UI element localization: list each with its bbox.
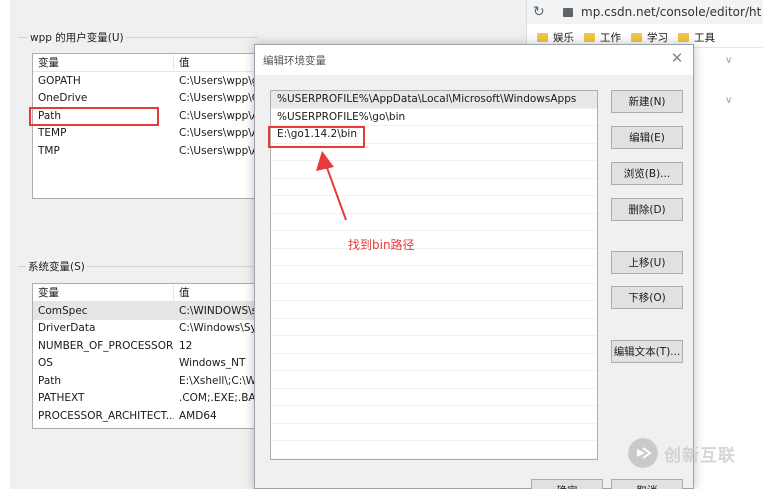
chevron-down-icon[interactable]: ∨ [725, 95, 732, 106]
folder-icon [584, 33, 595, 42]
bookmark-label: 工作 [600, 32, 621, 44]
bookmark-folder[interactable]: 娱乐 [537, 30, 574, 45]
bookmark-folder[interactable]: 工具 [678, 30, 715, 45]
system-var-row[interactable]: DriverData C:\Windows\Sys [33, 320, 267, 338]
path-list-empty-row[interactable] [271, 284, 597, 301]
bookmark-folder[interactable]: 工作 [584, 30, 621, 45]
user-vars-header-name[interactable]: 变量 [33, 55, 174, 70]
url-text[interactable]: mp.csdn.net/console/editor/ht [581, 5, 761, 19]
system-var-name: PATHEXT [38, 392, 85, 405]
user-var-name: GOPATH [38, 74, 81, 87]
system-var-name: OS [38, 357, 53, 370]
path-list-empty-row[interactable] [271, 336, 597, 354]
system-var-name: PROCESSOR_ARCHITECT... [38, 409, 174, 422]
path-list-empty-row[interactable] [271, 301, 597, 319]
highlight-box-path-var [29, 107, 159, 126]
reload-icon[interactable]: ↻ [533, 4, 551, 20]
path-list-empty-row[interactable] [271, 249, 597, 266]
path-list-empty-row[interactable] [271, 389, 597, 406]
move-up-button[interactable]: 上移(U) [611, 251, 683, 274]
user-var-row[interactable]: TEMP C:\Users\wpp\A [33, 125, 267, 143]
watermark-logo-icon [628, 438, 658, 468]
path-list-empty-row[interactable] [271, 406, 597, 424]
edit-button[interactable]: 编辑(E) [611, 126, 683, 149]
bookmark-folder[interactable]: 学习 [631, 30, 668, 45]
annotation-arrow-icon [316, 151, 347, 221]
folder-icon [537, 33, 548, 42]
edit-text-button[interactable]: 编辑文本(T)... [611, 340, 683, 363]
new-button[interactable]: 新建(N) [611, 90, 683, 113]
path-list-empty-row[interactable] [271, 266, 597, 284]
user-vars-list[interactable]: 变量 值 GOPATH C:\Users\wpp\g OneDrive C:\U… [32, 53, 268, 199]
system-vars-header-name[interactable]: 变量 [33, 285, 174, 300]
user-var-name: OneDrive [38, 92, 88, 105]
browse-button[interactable]: 浏览(B)... [611, 162, 683, 185]
path-list-empty-row[interactable] [271, 231, 597, 249]
system-var-row[interactable]: Path E:\Xshell\;C:\WI [33, 372, 267, 390]
path-list-empty-row[interactable] [271, 424, 597, 441]
system-var-row[interactable]: PATHEXT .COM;.EXE;.BAT [33, 390, 267, 408]
user-vars-header: 变量 值 [33, 54, 267, 72]
chevron-down-icon[interactable]: ∨ [725, 55, 732, 66]
system-var-row[interactable]: ComSpec C:\WINDOWS\s [33, 302, 267, 320]
browser-address-bar[interactable]: ↻ mp.csdn.net/console/editor/ht [527, 0, 763, 24]
watermark-text: 创新互联 [664, 445, 736, 466]
system-var-name: DriverData [38, 322, 96, 335]
cancel-button[interactable]: 取消 [611, 479, 683, 489]
user-vars-group-label: wpp 的用户变量(U) [28, 30, 126, 45]
bookmark-label: 学习 [647, 32, 668, 44]
dialog-title: 编辑环境变量 [263, 55, 326, 67]
annotation-text: 找到bin路径 [348, 238, 415, 252]
user-var-name: TMP [38, 144, 60, 157]
system-var-row[interactable]: PROCESSOR_ARCHITECT... AMD64 [33, 407, 267, 425]
bookmark-label: 工具 [694, 32, 715, 44]
path-list-item[interactable]: %USERPROFILE%\go\bin [271, 109, 597, 126]
user-var-row[interactable]: GOPATH C:\Users\wpp\g [33, 72, 267, 90]
user-var-row[interactable]: TMP C:\Users\wpp\A [33, 142, 267, 160]
system-var-name: ComSpec [38, 304, 88, 317]
dialog-titlebar[interactable]: 编辑环境变量 ✕ [255, 45, 693, 75]
user-var-name: TEMP [38, 127, 67, 140]
path-list-empty-row[interactable] [271, 319, 597, 336]
folder-icon [678, 33, 689, 42]
system-vars-list[interactable]: 变量 值 ComSpec C:\WINDOWS\s DriverData C:\… [32, 283, 268, 429]
move-down-button[interactable]: 下移(O) [611, 286, 683, 309]
path-list-empty-row[interactable] [271, 354, 597, 371]
delete-button[interactable]: 删除(D) [611, 198, 683, 221]
system-vars-header: 变量 值 [33, 284, 267, 302]
system-var-row[interactable]: OS Windows_NT [33, 355, 267, 373]
path-list-empty-row[interactable] [271, 371, 597, 389]
close-icon[interactable]: ✕ [669, 50, 685, 66]
path-list-empty-row[interactable] [271, 441, 597, 459]
folder-icon [631, 33, 642, 42]
lock-icon[interactable] [563, 7, 573, 17]
watermark: 创新互联 [628, 438, 736, 468]
system-var-name: Path [38, 374, 62, 387]
system-var-row[interactable]: NUMBER_OF_PROCESSORS 12 [33, 337, 267, 355]
bookmark-label: 娱乐 [553, 32, 574, 44]
system-var-name: NUMBER_OF_PROCESSORS [38, 339, 174, 352]
path-list-item[interactable]: %USERPROFILE%\AppData\Local\Microsoft\Wi… [271, 91, 597, 109]
ok-button[interactable]: 确定 [531, 479, 603, 489]
edit-env-var-dialog: 编辑环境变量 ✕ %USERPROFILE%\AppData\Local\Mic… [254, 44, 694, 489]
system-vars-group-label: 系统变量(S) [26, 259, 87, 274]
user-var-row[interactable]: OneDrive C:\Users\wpp\C [33, 90, 267, 108]
